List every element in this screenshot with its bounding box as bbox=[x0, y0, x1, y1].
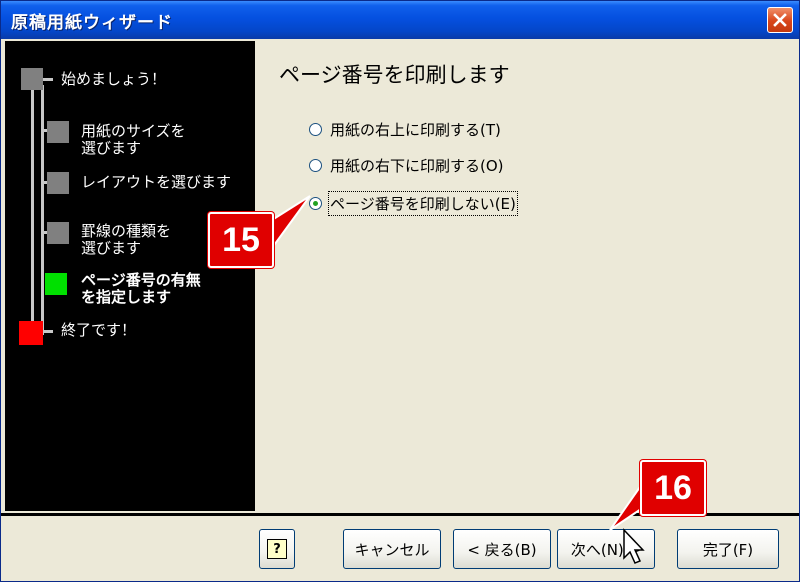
option-label[interactable]: ページ番号を印刷しない(E) bbox=[328, 191, 518, 216]
title-bar[interactable]: 原稿用紙ウィザード bbox=[1, 1, 799, 39]
option-no-page-number[interactable]: ページ番号を印刷しない(E) bbox=[309, 191, 518, 216]
radio-bottom-right[interactable] bbox=[309, 159, 322, 172]
step-connector bbox=[43, 78, 53, 81]
window-title: 原稿用紙ウィザード bbox=[11, 13, 173, 33]
step-connector bbox=[31, 77, 34, 335]
steps-panel: 始めましょう！ 用紙のサイズを 選びます レイアウトを選びます 罫線の種類を 選… bbox=[5, 41, 255, 511]
step-marker-end bbox=[19, 321, 43, 345]
cancel-button[interactable]: キャンセル bbox=[343, 529, 441, 569]
help-icon: ? bbox=[267, 539, 287, 559]
step-marker bbox=[47, 172, 69, 194]
step-label-page-number: ページ番号の有無 を指定します bbox=[81, 271, 201, 306]
page-title: ページ番号を印刷します bbox=[279, 63, 510, 87]
option-label[interactable]: 用紙の右下に印刷する(O) bbox=[330, 155, 504, 176]
step-label-paper-size: 用紙のサイズを 選びます bbox=[81, 122, 186, 157]
close-icon bbox=[773, 13, 787, 27]
step-marker bbox=[47, 121, 69, 143]
wizard-content: ページ番号を印刷します 用紙の右上に印刷する(T) 用紙の右下に印刷する(O) … bbox=[257, 41, 797, 511]
step-label-layout: レイアウトを選びます bbox=[81, 173, 232, 191]
step-connector bbox=[43, 330, 53, 333]
step-label-finish: 終了です！ bbox=[61, 321, 137, 339]
finish-button[interactable]: 完了(F) bbox=[677, 529, 779, 569]
back-button[interactable]: < 戻る(B) bbox=[453, 529, 551, 569]
step-label-ruled-lines: 罫線の種類を 選びます bbox=[81, 222, 172, 257]
option-top-right[interactable]: 用紙の右上に印刷する(T) bbox=[309, 119, 501, 140]
step-label-start: 始めましょう！ bbox=[61, 70, 167, 88]
radio-top-right[interactable] bbox=[309, 123, 322, 136]
close-button[interactable] bbox=[767, 7, 793, 33]
step-marker-current bbox=[45, 273, 67, 295]
radio-no-page-number[interactable] bbox=[309, 197, 322, 210]
help-button[interactable]: ? bbox=[259, 529, 295, 569]
option-bottom-right[interactable]: 用紙の右下に印刷する(O) bbox=[309, 155, 504, 176]
callout-16: 16 bbox=[640, 460, 706, 516]
next-button[interactable]: 次へ(N) > bbox=[557, 529, 655, 569]
option-label[interactable]: 用紙の右上に印刷する(T) bbox=[330, 119, 501, 140]
step-connector bbox=[41, 85, 44, 335]
callout-15: 15 bbox=[208, 212, 274, 268]
step-marker bbox=[47, 222, 69, 244]
step-marker bbox=[21, 68, 43, 90]
